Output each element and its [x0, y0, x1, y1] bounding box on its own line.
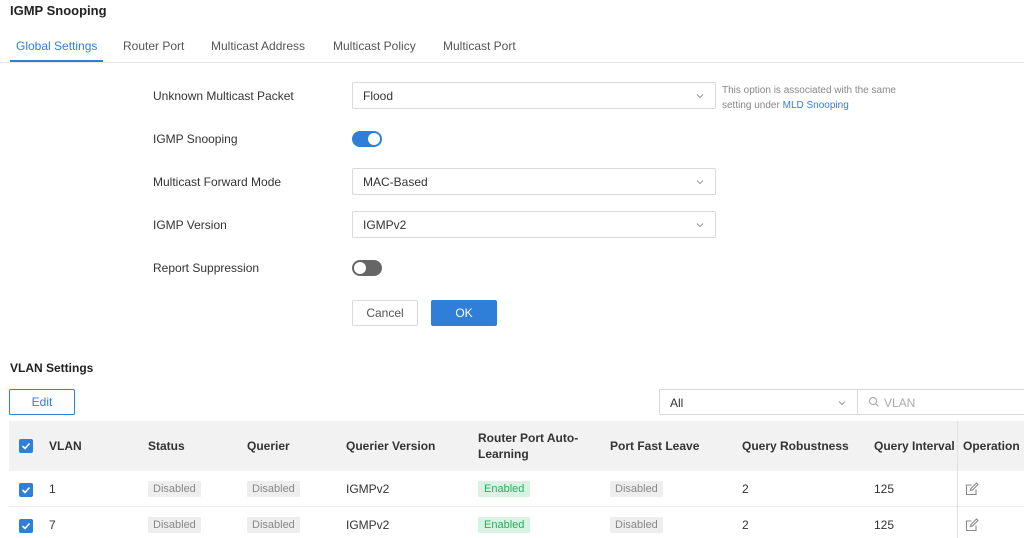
chevron-down-icon [696, 94, 704, 99]
report-suppression-toggle[interactable] [352, 260, 382, 276]
vlan-search-input[interactable] [884, 394, 1014, 411]
chevron-down-icon [838, 401, 846, 406]
checkmark-icon [21, 522, 31, 530]
tab-global-settings[interactable]: Global Settings [16, 39, 97, 53]
select-all-checkbox[interactable] [19, 439, 33, 453]
port-fast-leave-badge: Disabled [610, 481, 663, 497]
table-row: 7 Disabled Disabled IGMPv2 Enabled Disab… [9, 507, 1024, 538]
multicast-forward-mode-label: Multicast Forward Mode [153, 175, 282, 189]
vlan-search [857, 389, 1024, 415]
cell-query-interval: 125 [874, 482, 895, 496]
igmp-snooping-label: IGMP Snooping [153, 132, 238, 146]
cell-vlan: 1 [49, 482, 56, 496]
column-header-query-robustness: Query Robustness [742, 439, 849, 453]
vlan-settings-title: VLAN Settings [10, 361, 94, 375]
querier-badge: Disabled [247, 517, 300, 533]
column-header-vlan: VLAN [49, 439, 82, 453]
unknown-multicast-packet-value: Flood [363, 89, 394, 103]
multicast-forward-mode-value: MAC-Based [363, 175, 428, 189]
router-port-auto-learning-badge: Enabled [478, 481, 531, 497]
cancel-button[interactable]: Cancel [352, 300, 418, 326]
edit-icon[interactable] [965, 482, 979, 496]
checkmark-icon [21, 442, 31, 450]
tab-multicast-port[interactable]: Multicast Port [443, 39, 516, 53]
tab-bar: Global Settings Router Port Multicast Ad… [0, 30, 1024, 63]
vlan-filter-select[interactable]: All [659, 389, 858, 415]
vlan-filter-value: All [670, 396, 684, 410]
unknown-multicast-packet-select[interactable]: Flood [352, 82, 716, 109]
igmp-version-label: IGMP Version [153, 218, 227, 232]
table-row: 1 Disabled Disabled IGMPv2 Enabled Disab… [9, 471, 1024, 507]
mld-snooping-link[interactable]: MLD Snooping [783, 100, 849, 111]
chevron-down-icon [696, 223, 704, 228]
edit-icon[interactable] [965, 518, 979, 532]
unknown-multicast-hint: This option is associated with the same … [722, 83, 922, 113]
column-header-status: Status [148, 439, 185, 453]
cell-query-interval: 125 [874, 518, 895, 532]
querier-badge: Disabled [247, 481, 300, 497]
search-icon [868, 396, 879, 407]
column-header-query-interval: Query Interval [874, 439, 955, 453]
column-header-querier-version: Querier Version [346, 439, 436, 453]
cell-querier-version: IGMPv2 [346, 518, 390, 532]
cell-vlan: 7 [49, 518, 56, 532]
router-port-auto-learning-badge: Enabled [478, 517, 531, 533]
vlan-table-header: VLAN Status Querier Querier Version Rout… [9, 421, 1024, 471]
toggle-knob [354, 262, 366, 274]
active-tab-indicator [10, 60, 103, 62]
column-header-operation: Operation [963, 439, 1020, 453]
ok-button[interactable]: OK [431, 300, 497, 326]
igmp-version-value: IGMPv2 [363, 218, 407, 232]
status-badge: Disabled [148, 517, 201, 533]
cell-querier-version: IGMPv2 [346, 482, 390, 496]
igmp-snooping-toggle[interactable] [352, 131, 382, 147]
toggle-knob [368, 133, 380, 145]
report-suppression-label: Report Suppression [153, 261, 260, 275]
tab-multicast-policy[interactable]: Multicast Policy [333, 39, 416, 53]
operation-column-divider [957, 421, 958, 538]
column-header-querier: Querier [247, 439, 290, 453]
multicast-forward-mode-select[interactable]: MAC-Based [352, 168, 716, 195]
port-fast-leave-badge: Disabled [610, 517, 663, 533]
cell-query-robustness: 2 [742, 518, 749, 532]
column-header-router-port-auto-learning: Router Port Auto-Learning [478, 431, 579, 461]
chevron-down-icon [696, 180, 704, 185]
tab-router-port[interactable]: Router Port [123, 39, 184, 53]
checkmark-icon [21, 486, 31, 494]
column-header-port-fast-leave: Port Fast Leave [610, 439, 700, 453]
row-checkbox[interactable] [19, 483, 33, 497]
status-badge: Disabled [148, 481, 201, 497]
row-checkbox[interactable] [19, 519, 33, 533]
edit-button[interactable]: Edit [9, 389, 75, 415]
cell-query-robustness: 2 [742, 482, 749, 496]
tab-multicast-address[interactable]: Multicast Address [211, 39, 305, 53]
unknown-multicast-packet-label: Unknown Multicast Packet [153, 89, 294, 103]
igmp-version-select[interactable]: IGMPv2 [352, 211, 716, 238]
page-title: IGMP Snooping [10, 3, 107, 18]
